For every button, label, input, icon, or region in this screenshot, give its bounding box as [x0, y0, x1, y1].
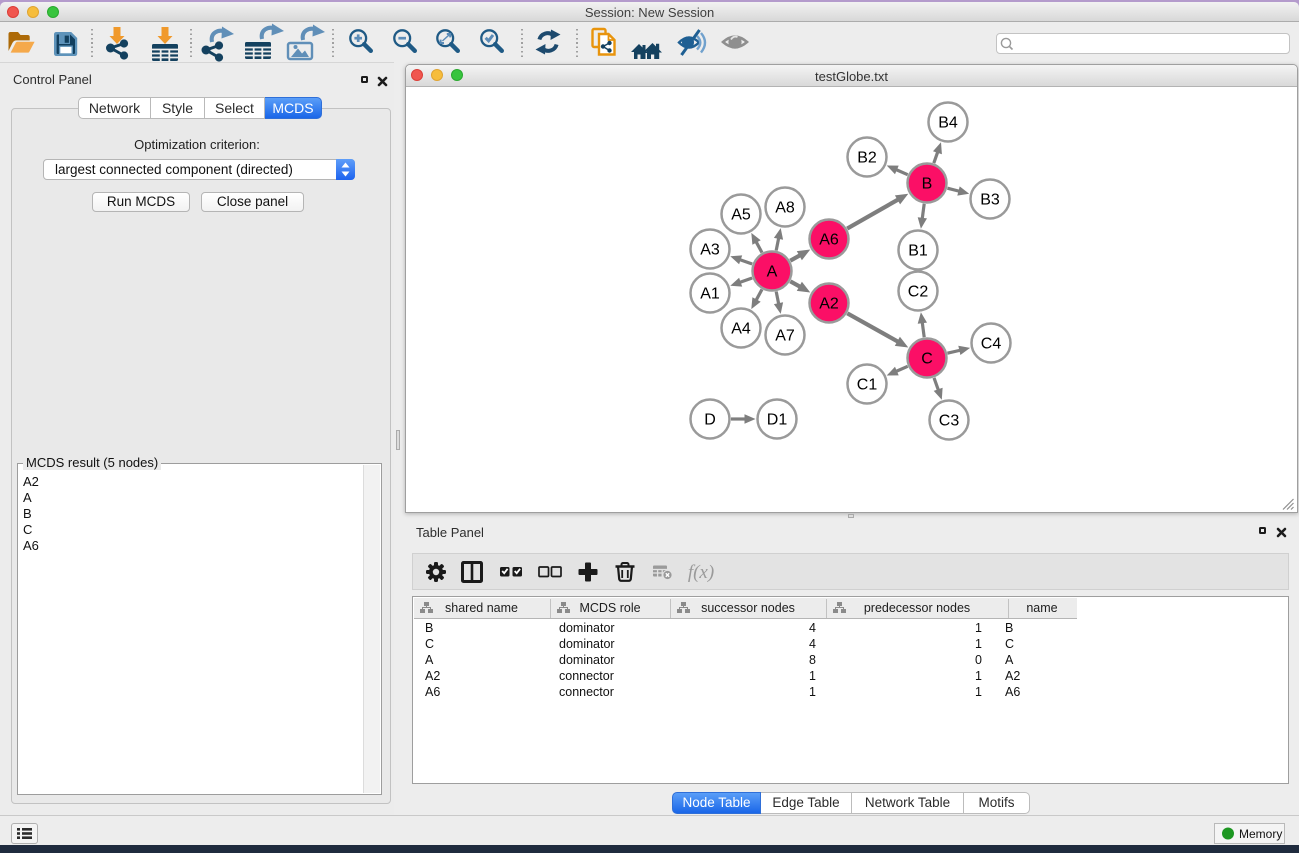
svg-text:C4: C4 — [981, 336, 1002, 353]
svg-text:B1: B1 — [908, 243, 928, 260]
svg-text:A1: A1 — [700, 286, 720, 303]
svg-text:A: A — [767, 264, 778, 281]
svg-text:D: D — [704, 412, 716, 429]
svg-text:A8: A8 — [775, 200, 795, 217]
svg-text:B2: B2 — [857, 150, 877, 167]
svg-text:A2: A2 — [819, 296, 839, 313]
svg-text:A4: A4 — [731, 321, 751, 338]
svg-text:C2: C2 — [908, 284, 929, 301]
svg-text:A7: A7 — [775, 328, 795, 345]
svg-text:C1: C1 — [857, 377, 878, 394]
svg-text:C3: C3 — [939, 413, 960, 430]
svg-text:D1: D1 — [767, 412, 788, 429]
svg-text:A6: A6 — [819, 232, 839, 249]
svg-text:B3: B3 — [980, 192, 1000, 209]
svg-text:B: B — [922, 176, 933, 193]
svg-text:A3: A3 — [700, 242, 720, 259]
svg-text:C: C — [921, 351, 933, 368]
svg-text:A5: A5 — [731, 207, 751, 224]
svg-text:f(x): f(x) — [688, 562, 714, 583]
svg-text:B4: B4 — [938, 115, 958, 132]
